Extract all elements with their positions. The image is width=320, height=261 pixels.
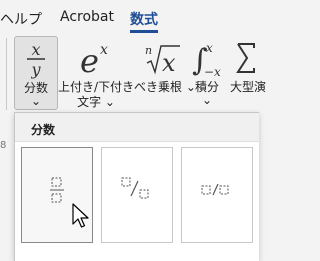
ruler-mark: 8 — [0, 140, 7, 151]
svg-text:x: x — [100, 42, 108, 58]
radical-icon: n x — [134, 38, 184, 78]
panel-header: 分数 — [15, 113, 259, 142]
svg-text:x: x — [162, 49, 176, 77]
ribbon-divider — [6, 38, 7, 110]
tab-help[interactable]: ヘルプ — [0, 9, 42, 29]
chevron-down-icon: ⌄ — [201, 93, 213, 107]
menu-bar: ヘルプ Acrobat 数式 — [0, 0, 258, 34]
tab-acrobat[interactable]: Acrobat — [60, 9, 114, 25]
chevron-down-icon: ⌄ — [30, 94, 42, 108]
panel-title: 分数 — [31, 123, 56, 137]
tab-equation[interactable]: 数式 — [130, 9, 158, 29]
integral-icon: ∫ x −x — [186, 38, 228, 79]
svg-text:−x: −x — [204, 65, 221, 78]
fraction-button[interactable]: x y 分数 ⌄ — [14, 36, 58, 110]
large-operator-label: 大型演 — [230, 80, 267, 94]
large-operator-button[interactable]: 大型演 — [228, 36, 274, 108]
fraction-icon: x y — [15, 39, 57, 79]
radical-button[interactable]: n x べき乗根 ⌄ — [134, 36, 196, 108]
large-operator-icon — [228, 38, 274, 78]
svg-text:y: y — [30, 60, 41, 79]
svg-text:e: e — [80, 42, 99, 78]
active-tab-indicator — [130, 30, 158, 33]
svg-text:x: x — [206, 41, 213, 55]
svg-text:x: x — [31, 40, 40, 59]
script-label-line2: 文字 ⌄ — [77, 95, 115, 109]
equation-ribbon: x y 分数 ⌄ e x 上付き/下付き 文字 ⌄ n x べき乗根 ⌄ ∫ x… — [0, 34, 266, 112]
fraction-gallery-panel: 分数 — [14, 112, 259, 261]
linear-fraction-icon — [201, 183, 229, 196]
linear-fraction-item[interactable] — [181, 147, 253, 243]
mouse-cursor-icon — [72, 203, 89, 228]
script-button[interactable]: e x 上付き/下付き 文字 ⌄ — [58, 36, 134, 109]
skewed-fraction-item[interactable] — [101, 147, 173, 243]
skewed-fraction-icon — [121, 177, 149, 199]
svg-text:n: n — [145, 44, 152, 57]
radical-label: べき乗根 ⌄ — [134, 80, 196, 94]
integral-button[interactable]: ∫ x −x 積分 ⌄ — [186, 36, 228, 108]
script-icon: e x — [58, 38, 134, 80]
